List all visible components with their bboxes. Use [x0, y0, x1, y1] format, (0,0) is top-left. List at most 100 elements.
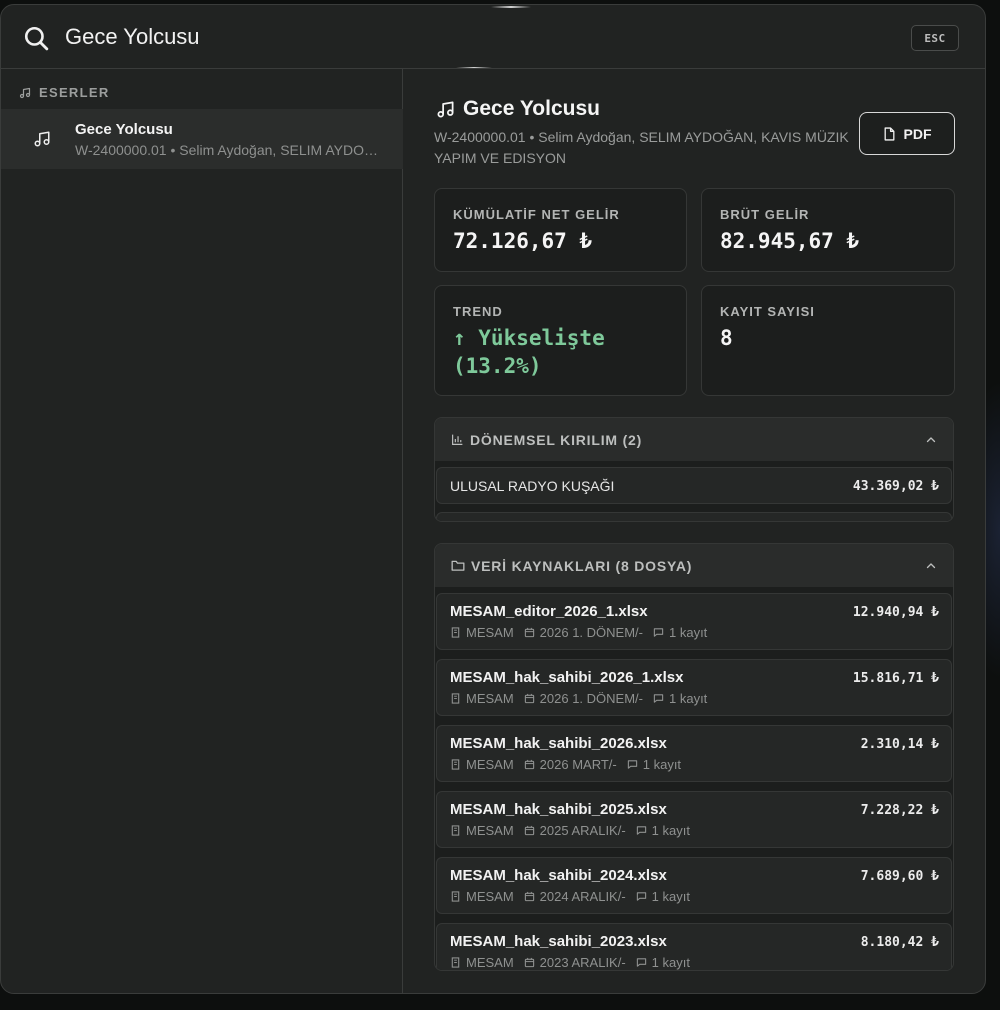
breakdown-row[interactable]: ULUSAL RADYO KUŞAĞI 43.369,02 ₺	[436, 467, 952, 504]
comment-icon	[636, 958, 646, 967]
file-amount: 12.940,94 ₺	[852, 605, 939, 620]
gross-income-value: 82.945,67 ₺	[720, 229, 860, 253]
file-period: 2023 ARALIK/-	[539, 955, 626, 970]
pdf-export-button[interactable]: PDF	[859, 112, 955, 155]
calendar-icon	[524, 825, 534, 836]
detail-pane: Gece Yolcusu W-2400000.01 • Selim Aydoğa…	[404, 69, 985, 993]
building-icon	[451, 759, 460, 770]
detail-subtitle: W-2400000.01 • Selim Aydoğan, SELIM AYDO…	[434, 129, 849, 166]
comment-icon	[653, 694, 664, 703]
sidebar-item-title: Gece Yolcusu	[75, 121, 173, 138]
net-income-value: 72.126,67 ₺	[453, 229, 593, 253]
building-icon	[451, 825, 460, 836]
file-period: 2024 ARALIK/-	[539, 889, 626, 904]
pdf-label: PDF	[903, 125, 932, 142]
net-income-label: KÜMÜLATİF NET GELİR	[453, 207, 620, 222]
file-row[interactable]: MESAM_hak_sahibi_2026.xlsx 2.310,14 ₺ ME…	[436, 725, 952, 782]
file-meta: MESAM 2026 1. DÖNEM/- 1 kayıt	[450, 625, 717, 640]
file-org: MESAM	[466, 757, 514, 772]
building-icon	[451, 891, 460, 902]
breakdown-row-partial[interactable]	[436, 512, 952, 521]
file-name: MESAM_editor_2026_1.xlsx	[450, 603, 648, 620]
breakdown-title: DÖNEMSEL KIRILIM (2)	[470, 431, 643, 448]
comment-icon	[636, 826, 646, 835]
file-period: 2026 1. DÖNEM/-	[539, 691, 643, 706]
sources-panel: VERİ KAYNAKLARI (8 DOSYA) MESAM_editor_2…	[434, 543, 954, 971]
chevron-up-icon	[926, 437, 936, 443]
file-org: MESAM	[466, 691, 514, 706]
music-note-icon	[437, 101, 454, 117]
calendar-icon	[524, 957, 534, 968]
file-amount: 2.310,14 ₺	[860, 737, 939, 752]
file-records: 1 kayıt	[651, 823, 690, 838]
folder-icon	[451, 560, 465, 571]
file-org: MESAM	[466, 955, 514, 970]
file-row[interactable]: MESAM_hak_sahibi_2026_1.xlsx 15.816,71 ₺…	[436, 659, 952, 716]
sources-header[interactable]: VERİ KAYNAKLARI (8 DOSYA)	[435, 544, 953, 587]
breakdown-row-name: ULUSAL RADYO KUŞAĞI	[450, 478, 615, 494]
building-icon	[451, 627, 460, 638]
building-icon	[451, 957, 460, 968]
gross-income-label: BRÜT GELİR	[720, 207, 810, 222]
file-period: 2026 1. DÖNEM/-	[539, 625, 643, 640]
file-records: 1 kayıt	[669, 625, 708, 640]
detail-title: Gece Yolcusu	[436, 97, 600, 121]
sidebar-item-gece-yolcusu[interactable]: Gece Yolcusu W-2400000.01 • Selim Aydoğa…	[1, 109, 403, 169]
file-meta: MESAM 2026 MART/- 1 kayıt	[450, 757, 691, 772]
file-meta: MESAM 2025 ARALIK/- 1 kayıt	[450, 823, 700, 838]
record-count-value: 8	[720, 326, 733, 350]
record-count-label: KAYIT SAYISI	[720, 304, 815, 319]
section-title-label: ESERLER	[39, 85, 110, 100]
esc-key-button[interactable]: ESC	[911, 25, 959, 51]
trend-card: TREND ↑ Yükselişte (13.2%)	[434, 285, 687, 396]
file-name: MESAM_hak_sahibi_2025.xlsx	[450, 801, 667, 818]
file-name: MESAM_hak_sahibi_2024.xlsx	[450, 867, 667, 884]
search-input[interactable]	[65, 19, 865, 55]
file-name: MESAM_hak_sahibi_2026_1.xlsx	[450, 669, 684, 686]
sources-title: VERİ KAYNAKLARI (8 DOSYA)	[471, 557, 693, 574]
calendar-icon	[524, 627, 534, 638]
net-income-card: KÜMÜLATİF NET GELİR 72.126,67 ₺	[434, 188, 687, 272]
file-amount: 7.228,22 ₺	[860, 803, 939, 818]
file-period: 2026 MART/-	[539, 757, 617, 772]
file-org: MESAM	[466, 889, 514, 904]
comment-icon	[627, 760, 637, 769]
breakdown-header[interactable]: DÖNEMSEL KIRILIM (2)	[435, 418, 953, 461]
file-org: MESAM	[466, 625, 514, 640]
bar-chart-icon	[452, 434, 463, 445]
breakdown-panel: DÖNEMSEL KIRILIM (2) ULUSAL RADYO KUŞAĞI…	[434, 417, 954, 522]
sidebar-item-subtitle: W-2400000.01 • Selim Aydoğan, SELIM AYDO…	[75, 142, 381, 158]
file-org: MESAM	[466, 823, 514, 838]
file-records: 1 kayıt	[669, 691, 708, 706]
section-title-eserler: ESERLER	[19, 85, 110, 100]
breakdown-row-amount: 43.369,02 ₺	[852, 479, 939, 494]
file-amount: 15.816,71 ₺	[852, 671, 939, 686]
file-records: 1 kayıt	[642, 757, 682, 772]
file-name: MESAM_hak_sahibi_2026.xlsx	[450, 735, 667, 752]
file-row[interactable]: MESAM_hak_sahibi_2023.xlsx 8.180,42 ₺ ME…	[436, 923, 952, 970]
trend-label: TREND	[453, 304, 503, 319]
trend-value: ↑ Yükselişte (13.2%)	[453, 326, 605, 378]
results-sidebar: ESERLER Gece Yolcusu W-2400000.01 • Seli…	[1, 69, 403, 993]
file-period: 2025 ARALIK/-	[539, 823, 626, 838]
file-row[interactable]: MESAM_hak_sahibi_2024.xlsx 7.689,60 ₺ ME…	[436, 857, 952, 914]
document-icon	[884, 126, 894, 141]
comment-icon	[653, 628, 664, 637]
file-meta: MESAM 2026 1. DÖNEM/- 1 kayıt	[450, 691, 717, 706]
gross-income-card: BRÜT GELİR 82.945,67 ₺	[701, 188, 955, 272]
music-note-icon	[19, 87, 31, 98]
command-palette: ESC ESERLER Gece Yolcusu W-2400000.01 • …	[0, 4, 986, 994]
file-meta: MESAM 2023 ARALIK/- 1 kayıt	[450, 955, 700, 970]
file-row[interactable]: MESAM_editor_2026_1.xlsx 12.940,94 ₺ MES…	[436, 593, 952, 650]
file-meta: MESAM 2024 ARALIK/- 1 kayıt	[450, 889, 700, 904]
record-count-card: KAYIT SAYISI 8	[701, 285, 955, 396]
calendar-icon	[524, 693, 534, 704]
building-icon	[451, 693, 460, 704]
search-icon	[24, 26, 49, 51]
detail-title-text: Gece Yolcusu	[463, 97, 600, 120]
music-note-icon	[34, 131, 50, 147]
file-amount: 8.180,42 ₺	[860, 935, 939, 950]
file-row[interactable]: MESAM_hak_sahibi_2025.xlsx 7.228,22 ₺ ME…	[436, 791, 952, 848]
file-records: 1 kayıt	[651, 955, 690, 970]
comment-icon	[636, 892, 646, 901]
